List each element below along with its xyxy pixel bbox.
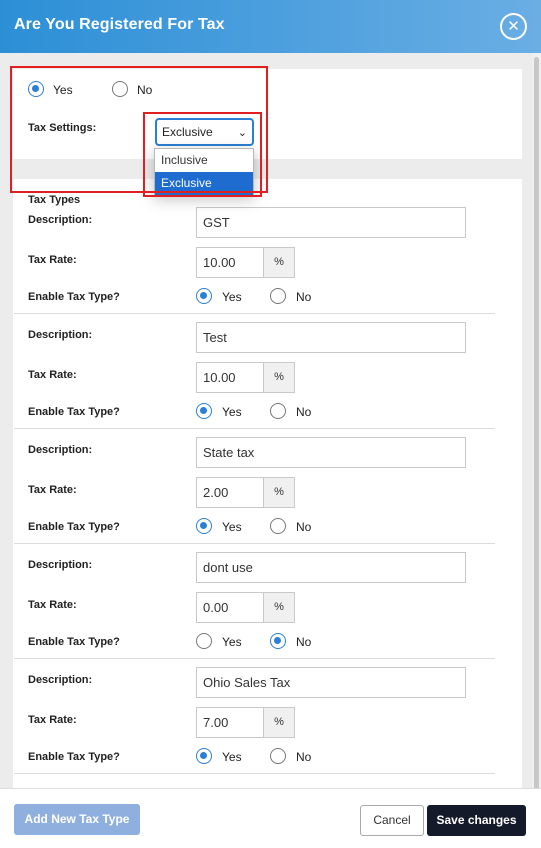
percent-addon: % bbox=[264, 362, 295, 393]
percent-addon: % bbox=[264, 707, 295, 738]
tax-rate-input[interactable]: 7.00 bbox=[196, 707, 264, 738]
save-changes-button[interactable]: Save changes bbox=[427, 805, 526, 836]
enable-no-radio[interactable] bbox=[270, 288, 286, 304]
enable-yes-radio[interactable] bbox=[196, 518, 212, 534]
description-label: Description: bbox=[28, 444, 93, 456]
description-label: Description: bbox=[28, 674, 93, 686]
tax-types-heading: Tax Types bbox=[28, 194, 81, 206]
registered-no-label: No bbox=[137, 83, 153, 97]
add-tax-type-button[interactable]: Add New Tax Type bbox=[14, 804, 140, 835]
enable-yes-radio[interactable] bbox=[196, 403, 212, 419]
description-label: Description: bbox=[28, 214, 93, 226]
enable-no-radio[interactable] bbox=[270, 403, 286, 419]
enable-yes-label: Yes bbox=[222, 290, 242, 304]
description-input[interactable]: Test bbox=[196, 322, 466, 353]
enable-tax-type-label: Enable Tax Type? bbox=[28, 751, 120, 763]
chevron-down-icon: ⌄ bbox=[237, 127, 247, 139]
description-input[interactable]: GST bbox=[196, 207, 466, 238]
enable-no-label: No bbox=[296, 750, 312, 764]
enable-tax-type-label: Enable Tax Type? bbox=[28, 521, 120, 533]
enable-yes-radio[interactable] bbox=[196, 748, 212, 764]
registered-yes-label: Yes bbox=[53, 83, 73, 97]
tax-settings-dropdown: Inclusive Exclusive bbox=[154, 148, 254, 195]
description-input[interactable]: dont use bbox=[196, 552, 466, 583]
cancel-button[interactable]: Cancel bbox=[360, 805, 424, 836]
tax-rate-label: Tax Rate: bbox=[28, 599, 77, 611]
enable-no-label: No bbox=[296, 520, 312, 534]
enable-no-radio[interactable] bbox=[270, 748, 286, 764]
option-inclusive[interactable]: Inclusive bbox=[155, 149, 253, 172]
tax-settings-value: Exclusive bbox=[162, 125, 213, 139]
close-button[interactable]: ✕ bbox=[500, 13, 527, 40]
tax-rate-input[interactable]: 10.00 bbox=[196, 362, 264, 393]
dialog-body: Yes No Tax Settings: Tax Types Descripti… bbox=[0, 53, 541, 788]
registration-panel bbox=[13, 69, 522, 159]
row-divider bbox=[14, 543, 495, 544]
enable-yes-label: Yes bbox=[222, 635, 242, 649]
registered-no-radio[interactable] bbox=[112, 81, 128, 97]
scrollbar[interactable] bbox=[532, 53, 541, 788]
row-divider bbox=[14, 773, 495, 774]
tax-rate-input[interactable]: 0.00 bbox=[196, 592, 264, 623]
close-icon: ✕ bbox=[507, 18, 520, 35]
tax-rate-input[interactable]: 10.00 bbox=[196, 247, 264, 278]
enable-yes-label: Yes bbox=[222, 405, 242, 419]
enable-no-label: No bbox=[296, 290, 312, 304]
dialog-title: Are You Registered For Tax bbox=[14, 16, 225, 33]
description-input[interactable]: State tax bbox=[196, 437, 466, 468]
registered-yes-radio[interactable] bbox=[28, 81, 44, 97]
tax-settings-select[interactable]: Exclusive ⌄ bbox=[155, 118, 254, 146]
row-divider bbox=[14, 313, 495, 314]
percent-addon: % bbox=[264, 592, 295, 623]
enable-no-radio[interactable] bbox=[270, 633, 286, 649]
enable-tax-type-label: Enable Tax Type? bbox=[28, 291, 120, 303]
enable-yes-label: Yes bbox=[222, 750, 242, 764]
enable-no-label: No bbox=[296, 635, 312, 649]
tax-rate-label: Tax Rate: bbox=[28, 484, 77, 496]
enable-no-label: No bbox=[296, 405, 312, 419]
row-divider bbox=[14, 428, 495, 429]
tax-rate-label: Tax Rate: bbox=[28, 714, 77, 726]
enable-tax-type-label: Enable Tax Type? bbox=[28, 636, 120, 648]
enable-yes-label: Yes bbox=[222, 520, 242, 534]
description-label: Description: bbox=[28, 329, 93, 341]
enable-yes-radio[interactable] bbox=[196, 288, 212, 304]
percent-addon: % bbox=[264, 477, 295, 508]
enable-yes-radio[interactable] bbox=[196, 633, 212, 649]
tax-rate-label: Tax Rate: bbox=[28, 254, 77, 266]
enable-no-radio[interactable] bbox=[270, 518, 286, 534]
tax-rate-input[interactable]: 2.00 bbox=[196, 477, 264, 508]
row-divider bbox=[14, 658, 495, 659]
dialog-header: Are You Registered For Tax ✕ bbox=[0, 0, 541, 53]
description-label: Description: bbox=[28, 559, 93, 571]
percent-addon: % bbox=[264, 247, 295, 278]
tax-rate-label: Tax Rate: bbox=[28, 369, 77, 381]
description-input[interactable]: Ohio Sales Tax bbox=[196, 667, 466, 698]
tax-settings-label: Tax Settings: bbox=[28, 122, 97, 134]
option-exclusive[interactable]: Exclusive bbox=[155, 172, 253, 195]
scrollbar-thumb[interactable] bbox=[534, 57, 539, 788]
enable-tax-type-label: Enable Tax Type? bbox=[28, 406, 120, 418]
dialog-footer: Add New Tax Type Cancel Save changes bbox=[0, 788, 541, 848]
